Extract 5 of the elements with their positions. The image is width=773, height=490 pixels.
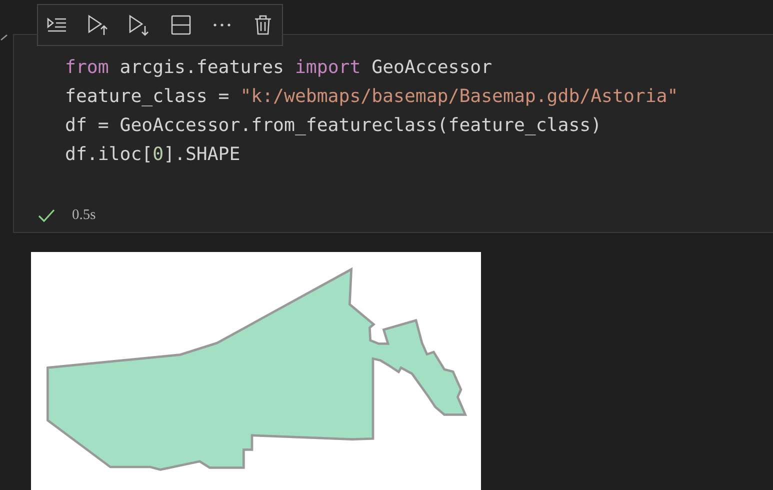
code-line: df.iloc[0].SHAPE — [65, 143, 240, 167]
code-line: df = GeoAccessor.from_featureclass(feature_class) — [65, 114, 602, 138]
code-line: from arcgis.features import GeoAccessor — [65, 56, 492, 80]
code-line: feature_class = "k:/webmaps/basemap/Basemap.gdb/Astoria" — [65, 85, 678, 109]
execution-time: 0.5s — [72, 206, 96, 225]
